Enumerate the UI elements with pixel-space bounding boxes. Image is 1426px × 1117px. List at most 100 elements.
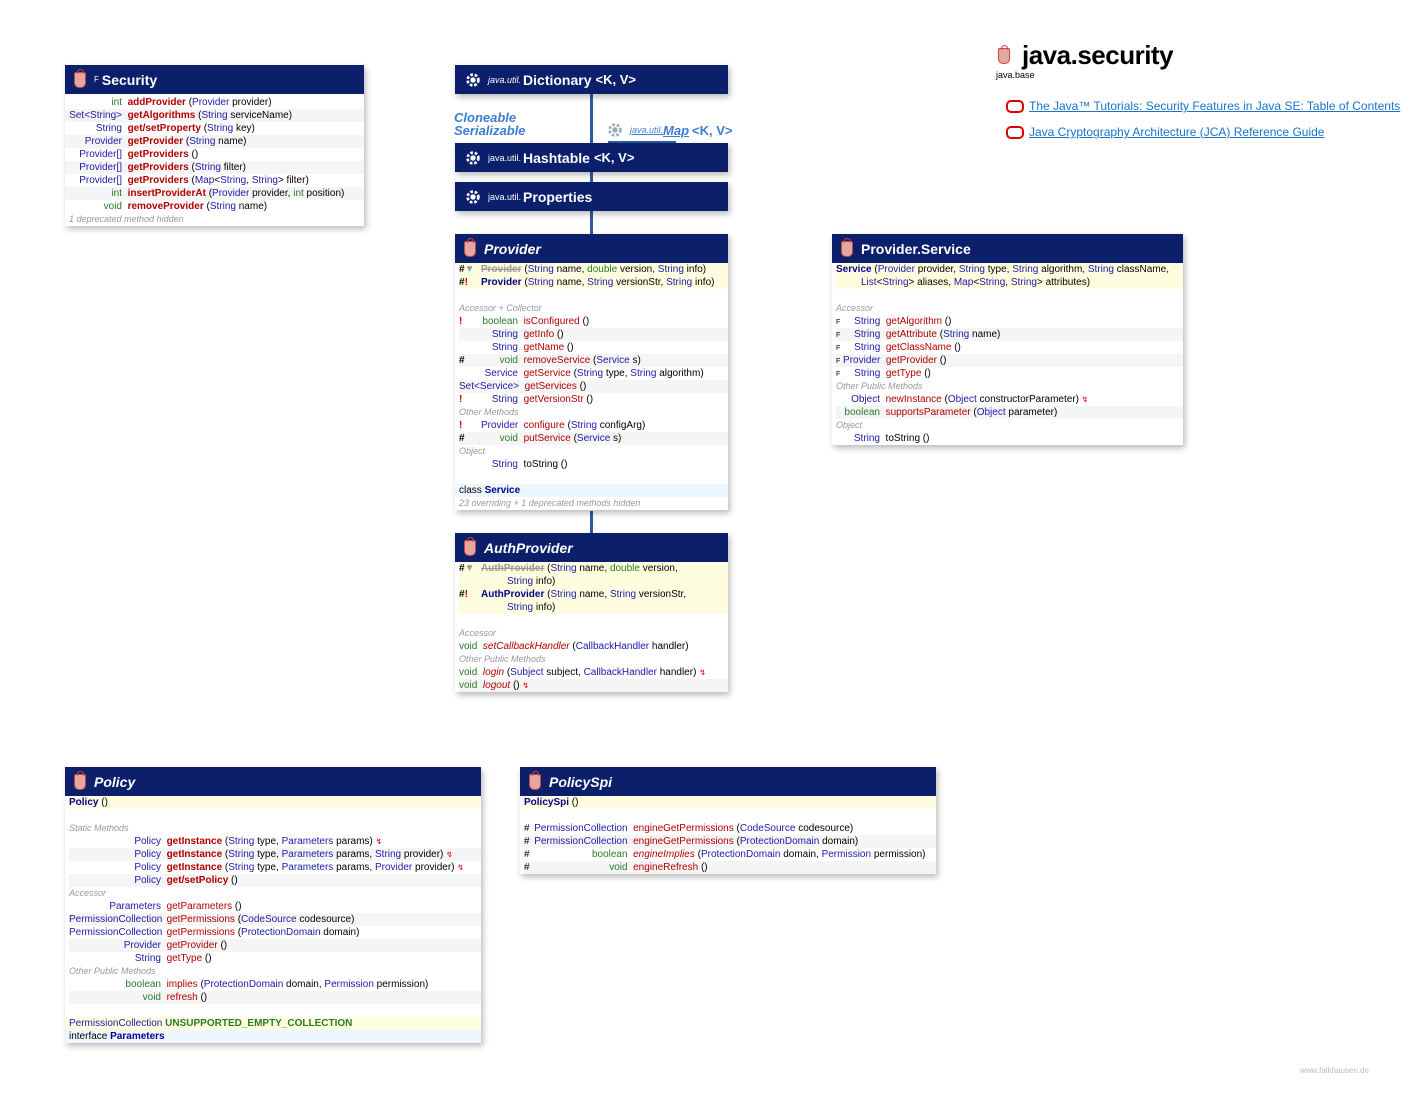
member-row[interactable]: F String getClassName (): [836, 341, 1183, 354]
member-row[interactable]: F String getAlgorithm (): [836, 315, 1183, 328]
method-name: getProviders: [127, 175, 189, 186]
member-row[interactable]: void removeProvider (String name): [65, 200, 364, 213]
member-row[interactable]: String toString (): [836, 432, 1183, 445]
policy-field[interactable]: PermissionCollection UNSUPPORTED_EMPTY_C…: [65, 1017, 481, 1030]
param-type: String: [251, 175, 278, 186]
member-row[interactable]: String getInfo (): [459, 328, 728, 341]
param-type: String: [189, 136, 216, 147]
member-row[interactable]: Provider[] getProviders (Map<String, Str…: [65, 174, 364, 187]
member-row[interactable]: void refresh (): [69, 991, 481, 1004]
hashtable-header: java.util. Hashtable <K, V>: [455, 143, 728, 172]
ctor-continuation: List<String> aliases, Map<String, String…: [836, 276, 1183, 289]
member-row[interactable]: # void putService (Service s): [459, 432, 728, 445]
param-type: String: [194, 162, 221, 173]
member-row[interactable]: Parameters getParameters (): [69, 900, 481, 913]
properties-class[interactable]: java.util. Properties: [455, 182, 728, 211]
provider-class[interactable]: Provider #▼ Provider (String name, double…: [455, 234, 728, 510]
param-type: String: [207, 123, 234, 134]
inherit-line: [590, 511, 593, 534]
oracle-icon: [1006, 125, 1024, 139]
return-type: Provider[]: [79, 149, 122, 160]
dictionary-class[interactable]: java.util. Dictionary <K, V>: [455, 65, 728, 94]
oracle-icon: [1006, 99, 1024, 113]
member-row[interactable]: String toString (): [459, 458, 728, 471]
param-type: int: [293, 188, 304, 199]
member-row[interactable]: F String getAttribute (String name): [836, 328, 1183, 341]
provider-service-class[interactable]: Provider.Service Service (Provider provi…: [832, 234, 1183, 445]
member-row[interactable]: Set<String> getAlgorithms (String servic…: [65, 109, 364, 122]
member-row[interactable]: Service getService (String type, String …: [459, 367, 728, 380]
policyspi-class[interactable]: PolicySpi PolicySpi () # PermissionCollec…: [520, 767, 936, 874]
service-ctor[interactable]: Service (Provider provider, String type,…: [836, 263, 1183, 276]
member-row[interactable]: # PermissionCollection engineGetPermissio…: [524, 822, 936, 835]
section-label: Object: [459, 446, 486, 456]
member-row[interactable]: # void removeService (Service s): [459, 354, 728, 367]
hashtable-class[interactable]: java.util. Hashtable <K, V>: [455, 143, 728, 172]
member-row[interactable]: # void engineRefresh (): [524, 861, 936, 874]
member-row[interactable]: PermissionCollection getPermissions (Cod…: [69, 913, 481, 926]
provider-header: Provider: [455, 234, 728, 263]
return-type: Provider: [84, 136, 122, 147]
authprovider-ctor-deprecated[interactable]: #▼ AuthProvider (String name, double vers…: [459, 562, 728, 575]
link-tutorials[interactable]: The Java™ Tutorials: Security Features i…: [1006, 99, 1400, 113]
method-name: addProvider: [127, 97, 186, 108]
member-row[interactable]: void login (Subject subject, CallbackHan…: [459, 666, 728, 679]
section-label: Other Public Methods: [836, 381, 923, 391]
member-row[interactable]: # boolean engineImplies (ProtectionDomain…: [524, 848, 936, 861]
return-type: Set<String>: [69, 110, 122, 121]
member-row[interactable]: String get/setProperty (String key): [65, 122, 364, 135]
provider-ctor[interactable]: #! Provider (String name, String versionS…: [459, 276, 728, 289]
member-row[interactable]: Provider[] getProviders (String filter): [65, 161, 364, 174]
member-row[interactable]: # PermissionCollection engineGetPermissio…: [524, 835, 936, 848]
member-row[interactable]: ! String getVersionStr (): [459, 393, 728, 406]
member-row[interactable]: ! boolean isConfigured (): [459, 315, 728, 328]
return-type: int: [111, 188, 122, 199]
member-row[interactable]: Object newInstance (Object constructorPa…: [836, 393, 1183, 406]
member-row[interactable]: int addProvider (Provider provider): [65, 96, 364, 109]
section-label: Other Public Methods: [69, 966, 156, 976]
member-row[interactable]: boolean supportsParameter (Object parame…: [836, 406, 1183, 419]
member-row[interactable]: String getName (): [459, 341, 728, 354]
policy-ctor[interactable]: Policy (): [69, 796, 481, 809]
package-icon: [998, 44, 1010, 64]
member-row[interactable]: Policy getInstance (String type, Paramet…: [69, 835, 481, 848]
policyspi-ctor[interactable]: PolicySpi (): [524, 796, 936, 809]
member-row[interactable]: Policy get/setPolicy (): [69, 874, 481, 887]
watermark: www.falkhausen.de: [1300, 1066, 1369, 1075]
ctor-continuation: String info): [459, 601, 728, 614]
param-type: Provider: [212, 188, 250, 199]
member-row[interactable]: F Provider getProvider (): [836, 354, 1183, 367]
policy-class[interactable]: Policy Policy () Static Methods Policy g…: [65, 767, 481, 1043]
member-row[interactable]: boolean implies (ProtectionDomain domain…: [69, 978, 481, 991]
map-interface[interactable]: java.util. Map <K, V>: [606, 121, 733, 139]
member-row[interactable]: String getType (): [69, 952, 481, 965]
link-jca[interactable]: Java Cryptography Architecture (JCA) Ref…: [1006, 125, 1324, 139]
member-row[interactable]: void logout () ↯: [459, 679, 728, 692]
serializable-label: Serializable: [454, 123, 526, 138]
method-name: get/setProperty: [127, 123, 201, 134]
member-row[interactable]: Provider getProvider (): [69, 939, 481, 952]
authprovider-class[interactable]: AuthProvider #▼ AuthProvider (String name…: [455, 533, 728, 692]
class-icon: [464, 536, 476, 556]
member-row[interactable]: Provider getProvider (String name): [65, 135, 364, 148]
member-row[interactable]: void setCallbackHandler (CallbackHandler…: [459, 640, 728, 653]
member-row[interactable]: Policy getInstance (String type, Paramet…: [69, 848, 481, 861]
provider-service-header: Provider.Service: [832, 234, 1183, 263]
provider-ctor-deprecated[interactable]: #▼ Provider (String name, double version,…: [459, 263, 728, 276]
member-row[interactable]: ! Provider configure (String configArg): [459, 419, 728, 432]
member-row[interactable]: int insertProviderAt (Provider provider,…: [65, 187, 364, 200]
security-class[interactable]: F Security int addProvider (Provider pro…: [65, 65, 364, 226]
provider-inner-class[interactable]: class Service: [455, 484, 728, 497]
member-row[interactable]: Policy getInstance (String type, Paramet…: [69, 861, 481, 874]
authprovider-header: AuthProvider: [455, 533, 728, 562]
member-row[interactable]: Set<Service> getServices (): [459, 380, 728, 393]
policy-inner-interface[interactable]: interface Parameters: [65, 1030, 481, 1043]
method-name: getProvider: [127, 136, 184, 147]
member-row[interactable]: PermissionCollection getPermissions (Pro…: [69, 926, 481, 939]
class-icon: [841, 237, 853, 257]
security-header: F Security: [65, 65, 364, 94]
authprovider-ctor[interactable]: #! AuthProvider (String name, String vers…: [459, 588, 728, 601]
member-row[interactable]: Provider[] getProviders (): [65, 148, 364, 161]
gear-icon: [608, 123, 622, 137]
member-row[interactable]: F String getType (): [836, 367, 1183, 380]
